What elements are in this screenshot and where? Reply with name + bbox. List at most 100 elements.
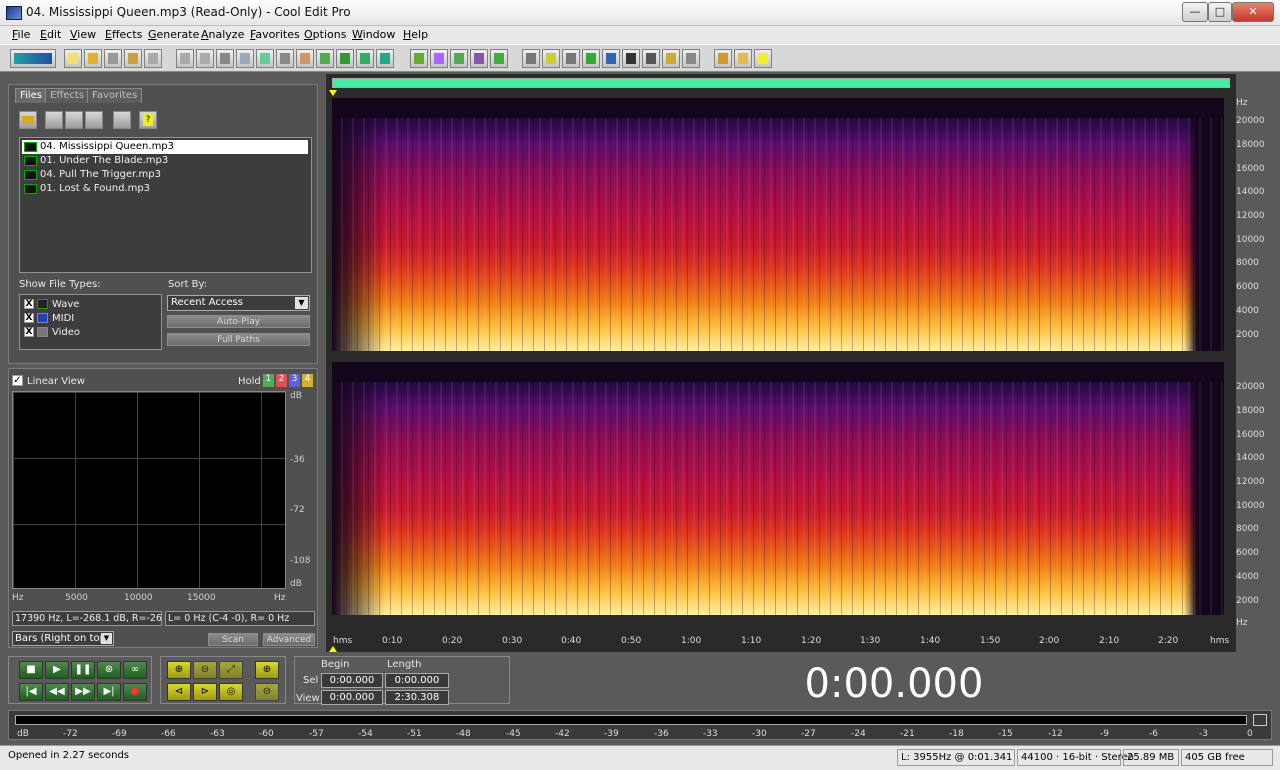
cut-icon[interactable] — [276, 49, 294, 68]
insert-multitrack-icon[interactable] — [356, 49, 374, 68]
gear-icon[interactable] — [714, 49, 732, 68]
record-icon[interactable]: ● — [123, 683, 147, 701]
view-1-icon[interactable] — [522, 49, 540, 68]
hold-button-3[interactable]: 3 — [289, 374, 300, 387]
zoom-in-vertical-icon[interactable]: ⊕ — [255, 661, 279, 679]
file-list-item[interactable]: 01. Lost & Found.mp3 — [22, 182, 308, 196]
file-type-wave[interactable]: X Wave — [24, 298, 79, 311]
mix-paste-icon[interactable] — [336, 49, 354, 68]
advanced-button[interactable]: Advanced — [263, 633, 315, 646]
spectrogram-left-channel[interactable] — [332, 98, 1224, 351]
zoom-to-right-icon[interactable]: ⊳ — [193, 683, 217, 701]
file-list-item[interactable]: 04. Mississippi Queen.mp3 — [22, 140, 308, 154]
fx-bars-icon[interactable] — [450, 49, 468, 68]
zoom-to-left-icon[interactable]: ⊲ — [167, 683, 191, 701]
end-marker-icon[interactable] — [329, 646, 337, 652]
hold-button-2[interactable]: 2 — [276, 374, 287, 387]
fx-fade-icon[interactable] — [430, 49, 448, 68]
chevron-down-icon[interactable]: ▼ — [101, 633, 112, 644]
counter-icon[interactable] — [642, 49, 660, 68]
zoom-out-vertical-icon[interactable]: ⊖ — [255, 683, 279, 701]
file-list[interactable]: 04. Mississippi Queen.mp3 01. Under The … — [19, 137, 312, 273]
zoom-selection-icon[interactable]: ◎ — [219, 683, 243, 701]
video-checkbox[interactable]: X — [24, 327, 34, 337]
help-icon[interactable] — [754, 49, 772, 68]
help-question-icon[interactable]: ? — [139, 111, 157, 129]
close-button[interactable]: ✕ — [1232, 2, 1274, 22]
new-file-icon[interactable] — [64, 49, 82, 68]
peak-indicator[interactable] — [1253, 714, 1267, 726]
cut-waveform-icon[interactable] — [216, 49, 234, 68]
sort-by-select[interactable]: Recent Access ▼ — [167, 295, 310, 311]
file-type-video[interactable]: X Video — [24, 326, 80, 339]
open-file-icon[interactable] — [84, 49, 102, 68]
sel-length-field[interactable]: 0:00.000 — [385, 673, 449, 688]
wave-display-toggle-icon[interactable] — [10, 49, 56, 68]
fx-bars-green-icon[interactable] — [490, 49, 508, 68]
go-to-start-icon[interactable]: |◀ — [19, 683, 43, 701]
timer-icon[interactable] — [622, 49, 640, 68]
hold-button-4[interactable]: 4 — [302, 374, 313, 387]
menu-view[interactable]: View — [70, 28, 96, 41]
frequency-graph[interactable] — [12, 391, 286, 589]
menu-help[interactable]: Help — [403, 28, 428, 41]
start-marker-icon[interactable] — [329, 90, 337, 96]
copy-to-new-icon[interactable] — [256, 49, 274, 68]
open-folder-icon[interactable] — [19, 111, 37, 129]
save-file-icon[interactable] — [104, 49, 122, 68]
zoom-in-icon[interactable]: ⊕ — [167, 661, 191, 679]
wave-checkbox[interactable]: X — [24, 299, 34, 309]
app-icon[interactable] — [6, 6, 22, 20]
spectral-view[interactable]: hms 0:10 0:20 0:30 0:40 0:50 1:00 1:10 1… — [326, 74, 1236, 652]
file-list-item[interactable]: 01. Under The Blade.mp3 — [22, 154, 308, 168]
loop-icon[interactable]: ∞ — [123, 661, 147, 679]
gear-options-icon[interactable] — [113, 111, 131, 129]
play-view-icon[interactable] — [582, 49, 600, 68]
menu-edit[interactable]: Edit — [40, 28, 61, 41]
menu-window[interactable]: Window — [352, 28, 395, 41]
go-to-end-icon[interactable]: ▶| — [97, 683, 121, 701]
view-2-icon[interactable] — [542, 49, 560, 68]
file-type-midi[interactable]: X MIDI — [24, 312, 74, 325]
zoom-full-icon[interactable]: ⤢ — [219, 661, 243, 679]
menu-analyze[interactable]: Analyze — [201, 28, 244, 41]
fx-envelope-icon[interactable] — [410, 49, 428, 68]
bars-icon[interactable] — [682, 49, 700, 68]
linear-view-checkbox[interactable]: ✓ — [12, 375, 23, 386]
pause-icon[interactable]: ❚❚ — [71, 661, 95, 679]
fast-forward-icon[interactable]: ▶▶ — [71, 683, 95, 701]
menu-file[interactable]: File — [12, 28, 30, 41]
full-paths-button[interactable]: Full Paths — [167, 333, 310, 346]
zoom-view-icon[interactable] — [602, 49, 620, 68]
paste-icon[interactable] — [296, 49, 314, 68]
sel-begin-field[interactable]: 0:00.000 — [321, 673, 383, 688]
undo-icon[interactable] — [176, 49, 194, 68]
stop-icon[interactable]: ■ — [19, 661, 43, 679]
ruler-icon[interactable] — [662, 49, 680, 68]
menu-generate[interactable]: Generate — [148, 28, 199, 41]
spectrogram-right-channel[interactable] — [332, 362, 1224, 615]
tab-effects[interactable]: Effects — [45, 88, 89, 103]
fx-bars-purple-icon[interactable] — [470, 49, 488, 68]
insert-file-icon[interactable] — [85, 111, 103, 129]
view-length-field[interactable]: 2:30.308 — [385, 690, 449, 705]
rewind-icon[interactable]: ◀◀ — [45, 683, 69, 701]
copy-icon[interactable] — [236, 49, 254, 68]
auto-play-button[interactable]: Auto-Play — [167, 315, 310, 328]
midi-checkbox[interactable]: X — [24, 313, 34, 323]
notes-icon[interactable] — [734, 49, 752, 68]
redo-icon[interactable] — [196, 49, 214, 68]
chevron-down-icon[interactable]: ▼ — [295, 297, 308, 309]
view-range-bar[interactable] — [332, 78, 1230, 88]
tab-favorites[interactable]: Favorites — [87, 88, 143, 103]
paste-to-new-icon[interactable] — [316, 49, 334, 68]
view-begin-field[interactable]: 0:00.000 — [321, 690, 383, 705]
save-all-icon[interactable] — [124, 49, 142, 68]
display-mode-select[interactable]: Bars (Right on top) ▼ — [12, 631, 114, 646]
menu-favorites[interactable]: Favorites — [250, 28, 300, 41]
file-list-item[interactable]: 04. Pull The Trigger.mp3 — [22, 168, 308, 182]
scan-button[interactable]: Scan — [208, 633, 258, 646]
close-folder-icon[interactable] — [45, 111, 63, 129]
multitrack-icon[interactable] — [376, 49, 394, 68]
hold-button-1[interactable]: 1 — [263, 374, 274, 387]
